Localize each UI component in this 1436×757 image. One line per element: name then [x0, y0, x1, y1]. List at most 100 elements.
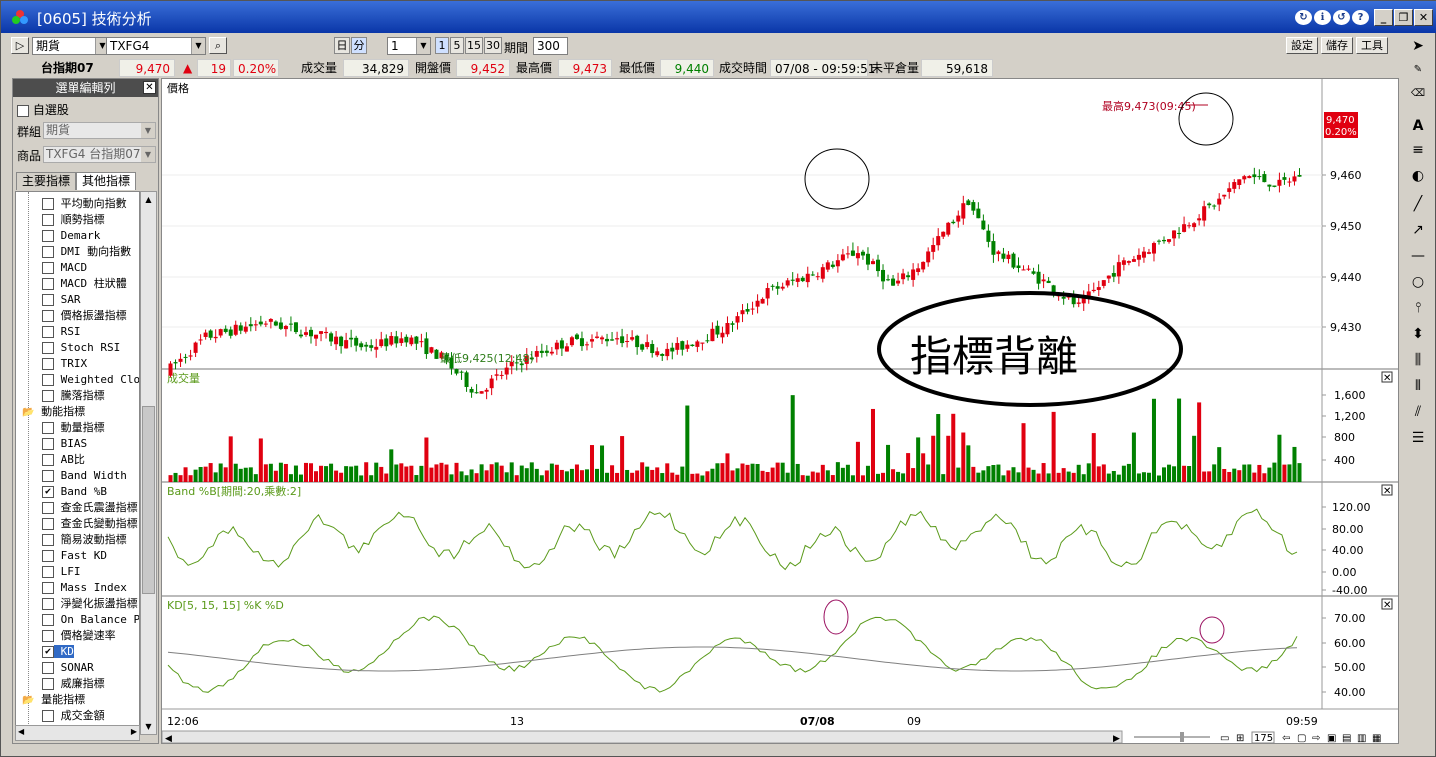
period-min-button[interactable]: 分 — [351, 37, 367, 54]
tree-scrollbar[interactable]: ▲ ▼ — [140, 191, 157, 735]
market-select[interactable]: 期貨 ▼ — [32, 37, 110, 55]
tree-item[interactable]: 價格變速率 — [42, 628, 116, 644]
item-checkbox[interactable] — [42, 566, 54, 578]
item-checkbox[interactable] — [42, 710, 54, 722]
item-checkbox[interactable] — [42, 678, 54, 690]
refresh-icon[interactable]: ↻ — [1295, 10, 1312, 25]
interval-select[interactable]: 1 ▼ — [387, 37, 431, 55]
tree-item[interactable]: Fast KD — [42, 548, 107, 564]
item-checkbox[interactable] — [42, 422, 54, 434]
hline-tool-icon[interactable]: — — [1405, 245, 1431, 267]
item-checkbox[interactable] — [42, 438, 54, 450]
search-icon[interactable]: ⌕ — [209, 37, 227, 54]
tree-item[interactable]: MACD 柱狀體 — [42, 276, 127, 292]
item-checkbox[interactable] — [42, 214, 54, 226]
info-icon[interactable]: ℹ — [1314, 10, 1331, 25]
tree-folder[interactable]: 📂 動能指標 — [22, 404, 85, 420]
technical-chart[interactable]: 價格成交量 ✕Band %B[期間:20,乘數:2] ✕KD[5, 15, 15] … — [162, 79, 1398, 743]
item-checkbox[interactable] — [42, 246, 54, 258]
eraser-icon[interactable]: ✎ — [1405, 59, 1431, 81]
tree-item[interactable]: 簡易波動指標 — [42, 532, 127, 548]
tab-main-indicators[interactable]: 主要指標 — [16, 172, 76, 190]
tree-item[interactable]: Mass Index — [42, 580, 127, 596]
vlines-tool-icon[interactable]: ⦀ — [1405, 375, 1431, 397]
item-checkbox[interactable] — [42, 374, 54, 386]
min-1-button[interactable]: 1 — [435, 37, 449, 54]
tree-folder[interactable]: 📂 量能指標 — [22, 692, 85, 708]
tree-item[interactable]: 查金氏震盪指標 — [42, 500, 138, 516]
min-5-button[interactable]: 5 — [450, 37, 464, 54]
tree-item[interactable]: RSI — [42, 324, 81, 340]
palette-icon[interactable]: ◐ — [1405, 165, 1431, 187]
tree-item[interactable]: TRIX — [42, 356, 87, 372]
item-checkbox[interactable] — [42, 662, 54, 674]
tree-item[interactable]: DMI 動向指數 — [42, 244, 131, 260]
tree-item[interactable]: Weighted Clos — [42, 372, 139, 388]
text-tool-icon[interactable]: A — [1405, 115, 1431, 137]
item-checkbox[interactable] — [42, 278, 54, 290]
horizontal-lines-icon[interactable]: ≡ — [1405, 139, 1431, 161]
item-checkbox[interactable] — [42, 470, 54, 482]
fib-tool-icon[interactable]: ☰ — [1405, 427, 1431, 449]
item-checkbox[interactable] — [42, 390, 54, 402]
item-checkbox[interactable]: ✔ — [42, 646, 54, 658]
item-checkbox[interactable] — [42, 598, 54, 610]
period-day-button[interactable]: 日 — [334, 37, 350, 54]
symbol-select[interactable]: TXFG4 ▼ — [106, 37, 206, 55]
item-checkbox[interactable] — [42, 342, 54, 354]
undo-icon[interactable]: ↺ — [1333, 10, 1350, 25]
item-checkbox[interactable]: ✔ — [42, 486, 54, 498]
item-checkbox[interactable] — [42, 534, 54, 546]
tree-item[interactable]: SONAR — [42, 660, 94, 676]
tree-hscrollbar[interactable]: ◀ ▶ — [15, 725, 140, 741]
item-checkbox[interactable] — [42, 454, 54, 466]
pin-tool-icon[interactable]: ⫯ — [1405, 297, 1431, 319]
tree-item[interactable]: 查金氏變動指標 — [42, 516, 138, 532]
item-checkbox[interactable] — [42, 518, 54, 530]
item-checkbox[interactable] — [42, 198, 54, 210]
watchlist-item[interactable]: 自選股 — [17, 101, 69, 118]
restore-button[interactable]: ❐ — [1394, 9, 1413, 26]
tree-item[interactable]: Demark — [42, 228, 100, 244]
item-checkbox[interactable] — [42, 294, 54, 306]
help-icon[interactable]: ? — [1352, 10, 1369, 25]
item-checkbox[interactable] — [42, 326, 54, 338]
tree-item[interactable]: 威廉指標 — [42, 676, 105, 692]
pointer-icon[interactable]: ➤ — [1405, 35, 1431, 57]
save-button[interactable]: 儲存 — [1321, 37, 1353, 54]
tree-item[interactable]: 順勢指標 — [42, 212, 105, 228]
tree-item[interactable]: 動量指標 — [42, 420, 105, 436]
tab-other-indicators[interactable]: 其他指標 — [76, 172, 136, 190]
tree-item[interactable]: 騰落指標 — [42, 388, 105, 404]
tree-item[interactable]: 平均動向指數 — [42, 196, 127, 212]
product-select[interactable]: TXFG4 台指期07 ▼ — [43, 146, 156, 163]
arrow-tool-icon[interactable]: ↗ — [1405, 219, 1431, 241]
tree-item[interactable]: 價格振盪指標 — [42, 308, 127, 324]
erase-all-icon[interactable]: ⌫ — [1405, 83, 1431, 105]
tree-item[interactable]: AB比 — [42, 452, 85, 468]
item-checkbox[interactable] — [42, 630, 54, 642]
tree-item[interactable]: LFI — [42, 564, 81, 580]
tree-item[interactable]: 成交金額 — [42, 708, 105, 724]
tree-item[interactable]: Stoch RSI — [42, 340, 120, 356]
min-30-button[interactable]: 30 — [484, 37, 502, 54]
item-checkbox[interactable] — [42, 262, 54, 274]
min-15-button[interactable]: 15 — [465, 37, 483, 54]
fan-tool-icon[interactable]: ⫽ — [1405, 401, 1431, 423]
candle-tool-icon[interactable]: ⬍ — [1405, 323, 1431, 345]
tree-item[interactable]: ✔ Band %B — [42, 484, 107, 500]
minimize-button[interactable]: _ — [1374, 9, 1393, 26]
tree-item[interactable]: ✔ KD — [42, 644, 74, 660]
watchlist-checkbox[interactable] — [17, 104, 29, 117]
tree-item[interactable]: Band Width — [42, 468, 127, 484]
tree-item[interactable]: MACD — [42, 260, 87, 276]
tree-item[interactable]: BIAS — [42, 436, 87, 452]
item-checkbox[interactable] — [42, 614, 54, 626]
close-button[interactable]: ✕ — [1414, 9, 1433, 26]
item-checkbox[interactable] — [42, 550, 54, 562]
settings-button[interactable]: 設定 — [1286, 37, 1318, 54]
group-select[interactable]: 期貨 ▼ — [43, 122, 156, 139]
item-checkbox[interactable] — [42, 358, 54, 370]
line-tool-icon[interactable]: ╱ — [1405, 193, 1431, 215]
circle-tool-icon[interactable]: ○ — [1405, 271, 1431, 293]
